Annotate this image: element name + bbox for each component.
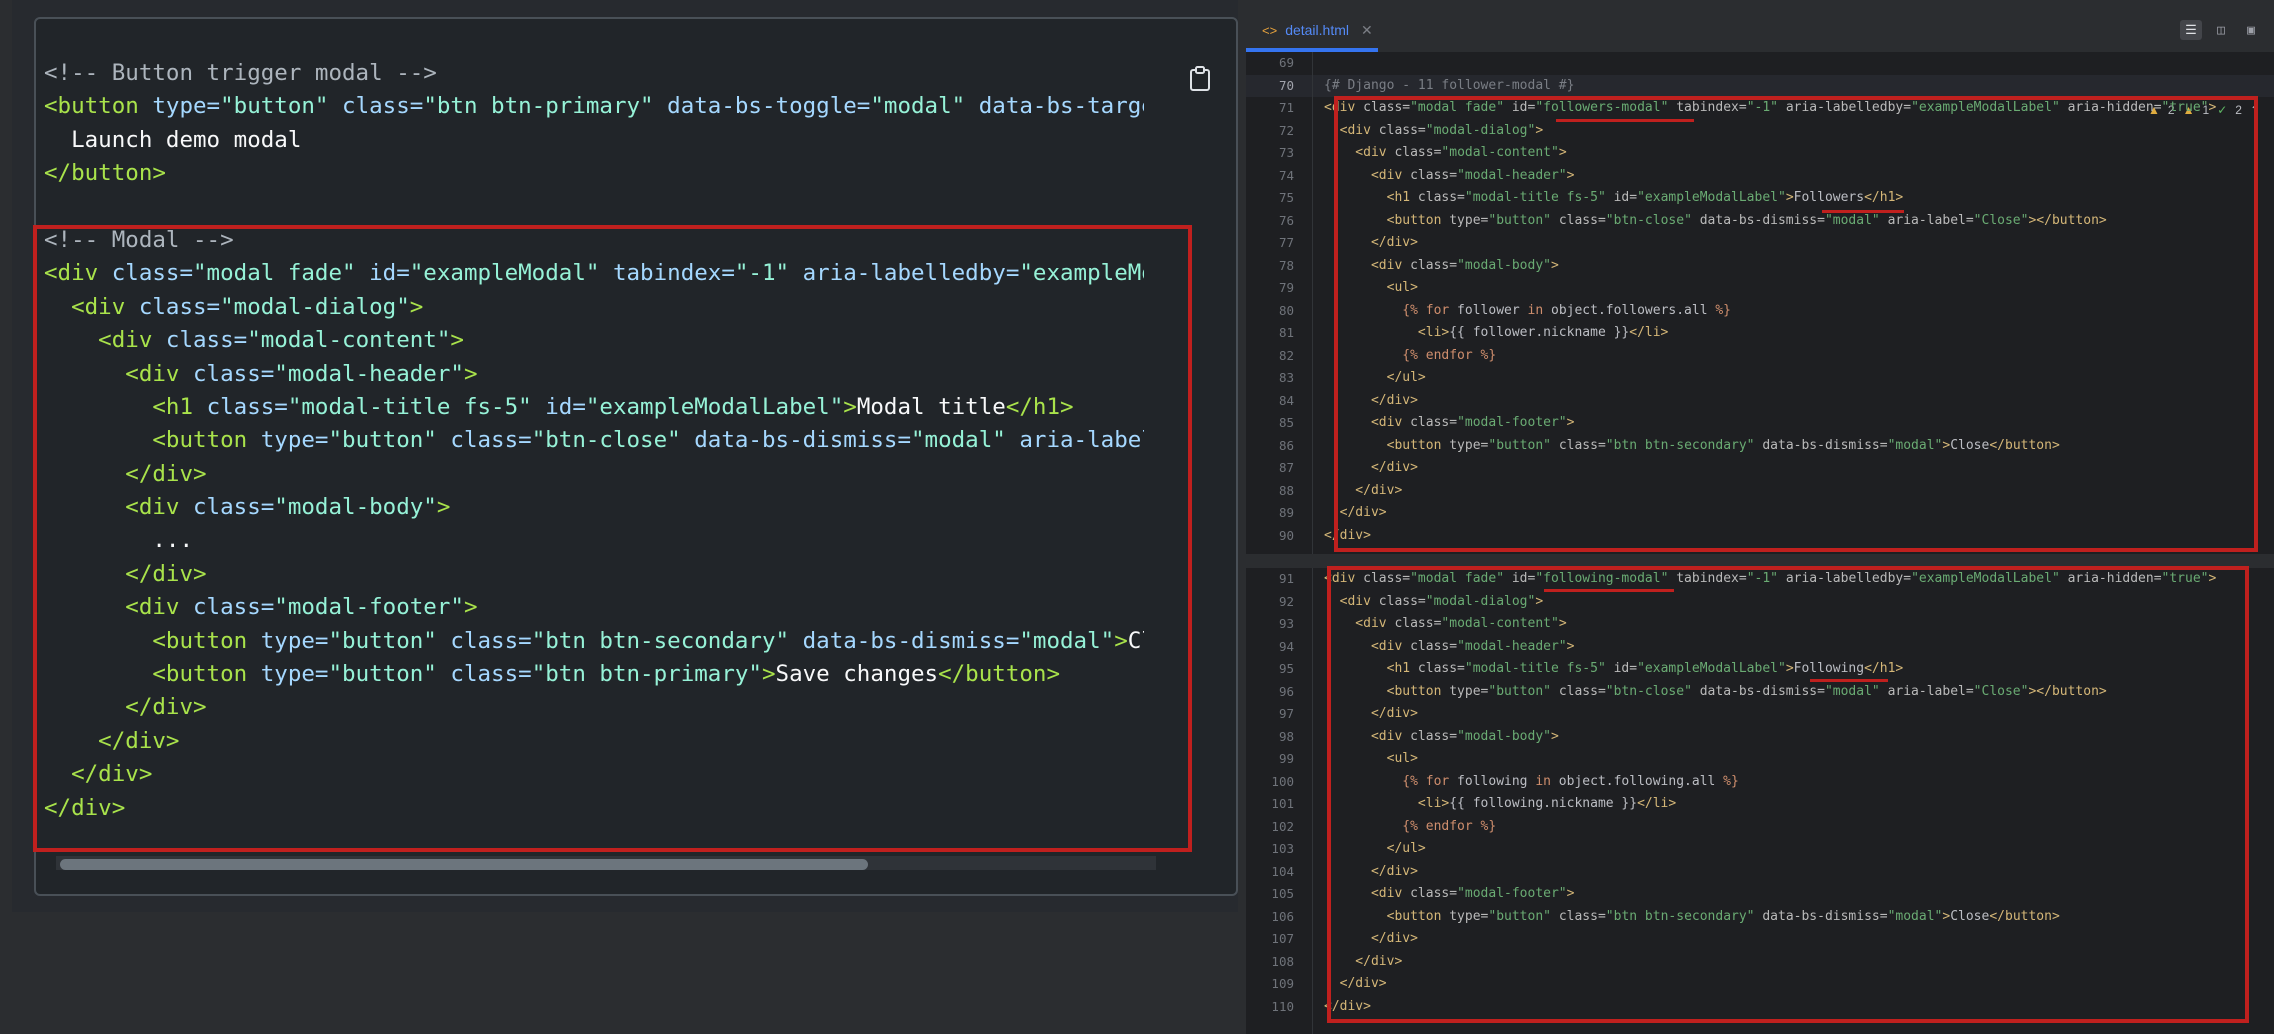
line-number: 89 xyxy=(1278,505,1294,520)
line-number: 84 xyxy=(1278,392,1294,408)
line-number: 104 xyxy=(1271,863,1294,879)
line-number: 71 xyxy=(1278,100,1294,115)
code-token: </button> xyxy=(44,160,166,187)
code-token: <button xyxy=(44,93,153,120)
underline-following-title xyxy=(1810,679,1888,682)
tab-filename: detail.html xyxy=(1285,22,1349,38)
code-token: "button" xyxy=(220,93,329,120)
copy-button[interactable] xyxy=(1180,61,1220,101)
code-only-icon[interactable]: ☰ xyxy=(2180,20,2202,40)
line-number: 74 xyxy=(1278,167,1294,183)
line-number: 87 xyxy=(1278,460,1294,475)
clipboard-icon xyxy=(1189,66,1211,96)
line-number: 96 xyxy=(1278,683,1294,699)
code-token: Launch demo modal xyxy=(44,126,302,153)
code-line: Launch demo modal xyxy=(44,124,1144,157)
code-line: </button> xyxy=(44,157,1144,190)
editor-tab-bar: <> detail.html ✕ ☰ ◫ ▣ xyxy=(1246,8,2274,52)
line-number: 95 xyxy=(1278,661,1294,676)
gutter-separator xyxy=(1312,52,1313,554)
line-number: 75 xyxy=(1278,190,1294,205)
line-number: 85 xyxy=(1278,415,1294,430)
line-number: 81 xyxy=(1278,325,1294,340)
underline-following-id xyxy=(1544,589,1674,592)
gutter-separator xyxy=(1312,568,1313,1034)
line-number: 98 xyxy=(1278,728,1294,744)
line-number: 69 xyxy=(1278,55,1294,70)
highlight-box-modal-snippet xyxy=(33,225,1192,852)
snippet-scrollbar-thumb[interactable] xyxy=(60,859,868,870)
split-view-icon[interactable]: ◫ xyxy=(2210,20,2232,40)
code-token: "btn btn-primary" xyxy=(423,93,654,120)
code-line: <button type="button" class="btn btn-pri… xyxy=(44,90,1144,123)
line-number: 100 xyxy=(1271,773,1294,789)
html-tag-icon: <> xyxy=(1262,22,1278,38)
line-number: 80 xyxy=(1278,302,1294,318)
line-number: 110 xyxy=(1271,998,1294,1014)
underline-followers-title xyxy=(1822,210,1904,213)
view-mode-toolbar: ☰ ◫ ▣ xyxy=(2180,20,2262,40)
code-token: data-bs-target xyxy=(978,93,1144,120)
line-number: 93 xyxy=(1278,616,1294,631)
line-number: 77 xyxy=(1278,235,1294,250)
line-number: 76 xyxy=(1278,212,1294,228)
line-number: 92 xyxy=(1278,593,1294,609)
line-number: 109 xyxy=(1271,976,1294,991)
code-token: "modal" xyxy=(870,93,966,120)
code-token: <!-- Button trigger modal --> xyxy=(44,60,437,86)
underline-followers-id xyxy=(1556,119,1694,122)
line-number: 82 xyxy=(1278,347,1294,363)
line-number: 107 xyxy=(1271,931,1294,946)
line-number: 103 xyxy=(1271,841,1294,856)
tab-detail-html[interactable]: <> detail.html ✕ xyxy=(1252,8,1422,52)
code-token: data-bs-toggle= xyxy=(653,93,871,120)
line-number: 88 xyxy=(1278,482,1294,498)
highlight-box-following-modal xyxy=(1327,566,2249,1023)
line-number: 83 xyxy=(1278,370,1294,385)
line-number: 79 xyxy=(1278,280,1294,295)
close-icon[interactable]: ✕ xyxy=(1361,22,1373,39)
line-number-gutter: 69 70 71 72 73 74 75 76 77 78 79 80 81 82 83 84 85 86 87 88… xyxy=(1246,52,1312,554)
line-number: 101 xyxy=(1271,796,1294,811)
line-number: 73 xyxy=(1278,145,1294,160)
line-number: 108 xyxy=(1271,953,1294,969)
line-number: 105 xyxy=(1271,886,1294,901)
line-number: 94 xyxy=(1278,638,1294,654)
line-number: 86 xyxy=(1278,437,1294,453)
code-line: <!-- Button trigger modal --> xyxy=(44,57,1144,90)
code-token: type= xyxy=(152,93,221,120)
code-token: {# Django - 11 follower-modal #} xyxy=(1324,77,1575,93)
line-number: 91 xyxy=(1278,571,1294,586)
line-number: 90 xyxy=(1278,527,1294,543)
line-number: 97 xyxy=(1278,706,1294,721)
line-number: 102 xyxy=(1271,818,1294,834)
line-number: 106 xyxy=(1271,908,1294,924)
line-number: 99 xyxy=(1278,751,1294,766)
code-line: {# Django - 11 follower-modal #} xyxy=(1324,75,2274,98)
code-token: class= xyxy=(328,93,424,120)
line-number-gutter: 91 92 93 94 95 96 97 98 99 100 101 102 103 104 105 106 1… xyxy=(1246,568,1312,1034)
highlight-box-followers-modal xyxy=(1334,96,2258,552)
line-number: 78 xyxy=(1278,257,1294,273)
preview-icon[interactable]: ▣ xyxy=(2240,20,2262,40)
line-number: 70 xyxy=(1278,77,1294,93)
line-number: 72 xyxy=(1278,122,1294,138)
